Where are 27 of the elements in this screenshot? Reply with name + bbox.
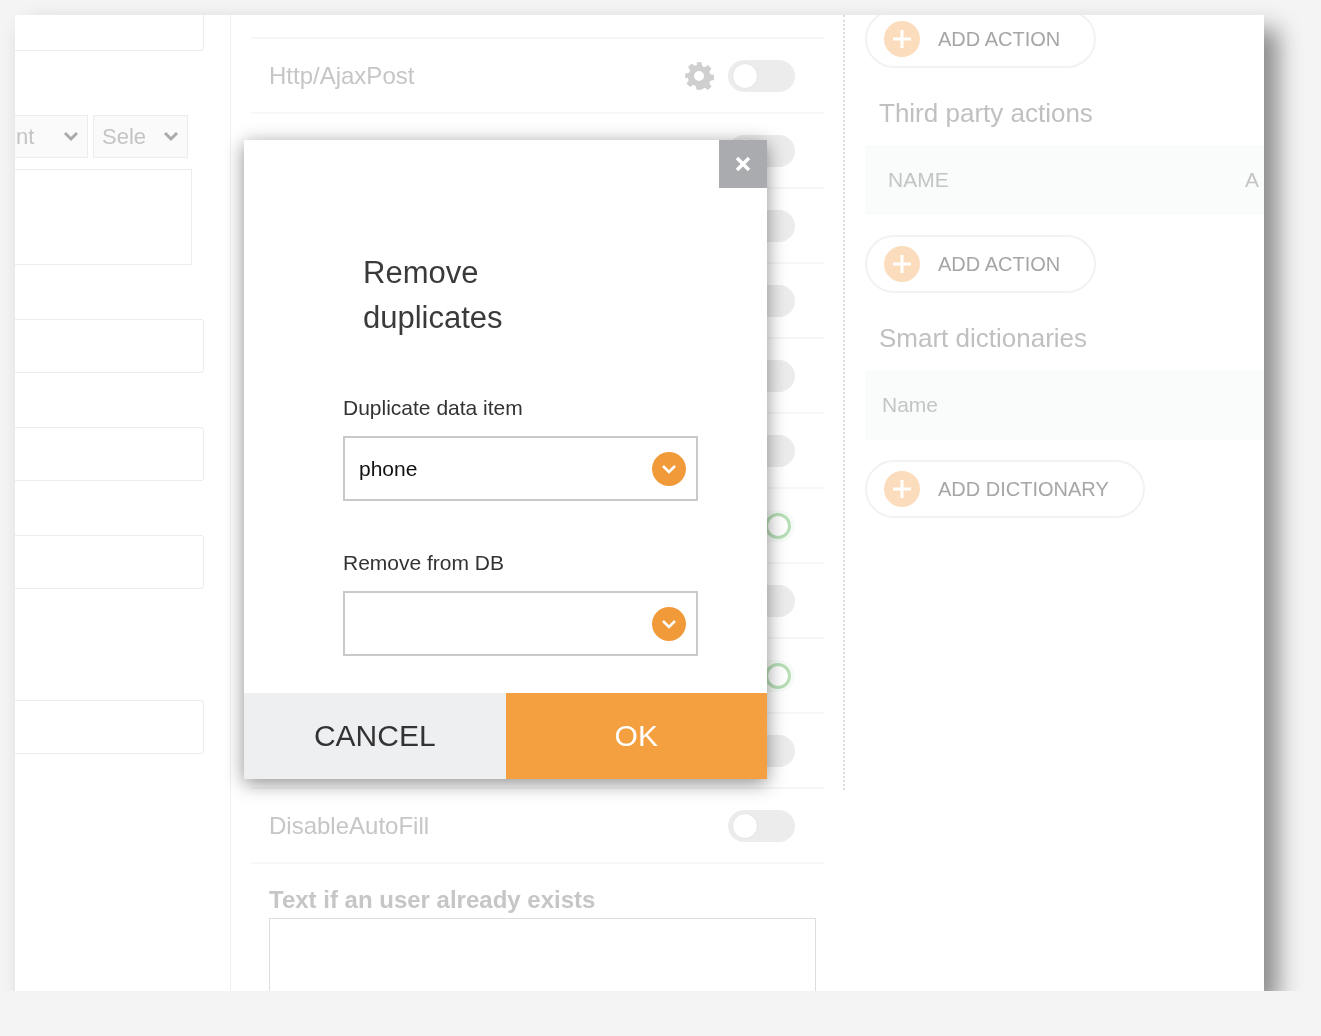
add-button[interactable]: ADD ACTION: [865, 235, 1097, 293]
add-button[interactable]: ADD DICTIONARY: [865, 460, 1145, 518]
close-icon: [735, 156, 751, 172]
field-label: Text if an user already exists: [269, 886, 597, 914]
settings-icon[interactable]: [684, 60, 714, 91]
toggle-switch[interactable]: [728, 809, 795, 842]
dropdown[interactable]: phone: [343, 436, 698, 501]
toggle-switch[interactable]: [728, 59, 795, 92]
plus-icon: [884, 246, 920, 282]
plus-icon: [884, 471, 920, 507]
setting-label: DisableAutoFill: [269, 811, 431, 840]
dialog-title: Remove duplicates: [363, 254, 504, 337]
section-heading: Smart dictionaries: [879, 323, 1089, 354]
chevron-down-icon: [652, 451, 686, 486]
field-label: Duplicate data item: [343, 396, 524, 420]
dropdown[interactable]: [343, 591, 698, 656]
chevron-down-icon: [652, 606, 686, 641]
chevron-down-icon: [63, 130, 79, 143]
ok-button[interactable]: OK: [505, 693, 767, 779]
setting-label: Http/AjaxPost: [269, 61, 416, 90]
field-label: Remove from DB: [343, 551, 506, 575]
cancel-button[interactable]: CANCEL: [244, 693, 506, 779]
chevron-down-icon: [163, 130, 179, 143]
add-button[interactable]: ADD ACTION: [865, 15, 1097, 68]
plus-icon: [884, 21, 920, 57]
close-button[interactable]: [719, 140, 767, 188]
section-heading: Third party actions: [879, 98, 1094, 129]
